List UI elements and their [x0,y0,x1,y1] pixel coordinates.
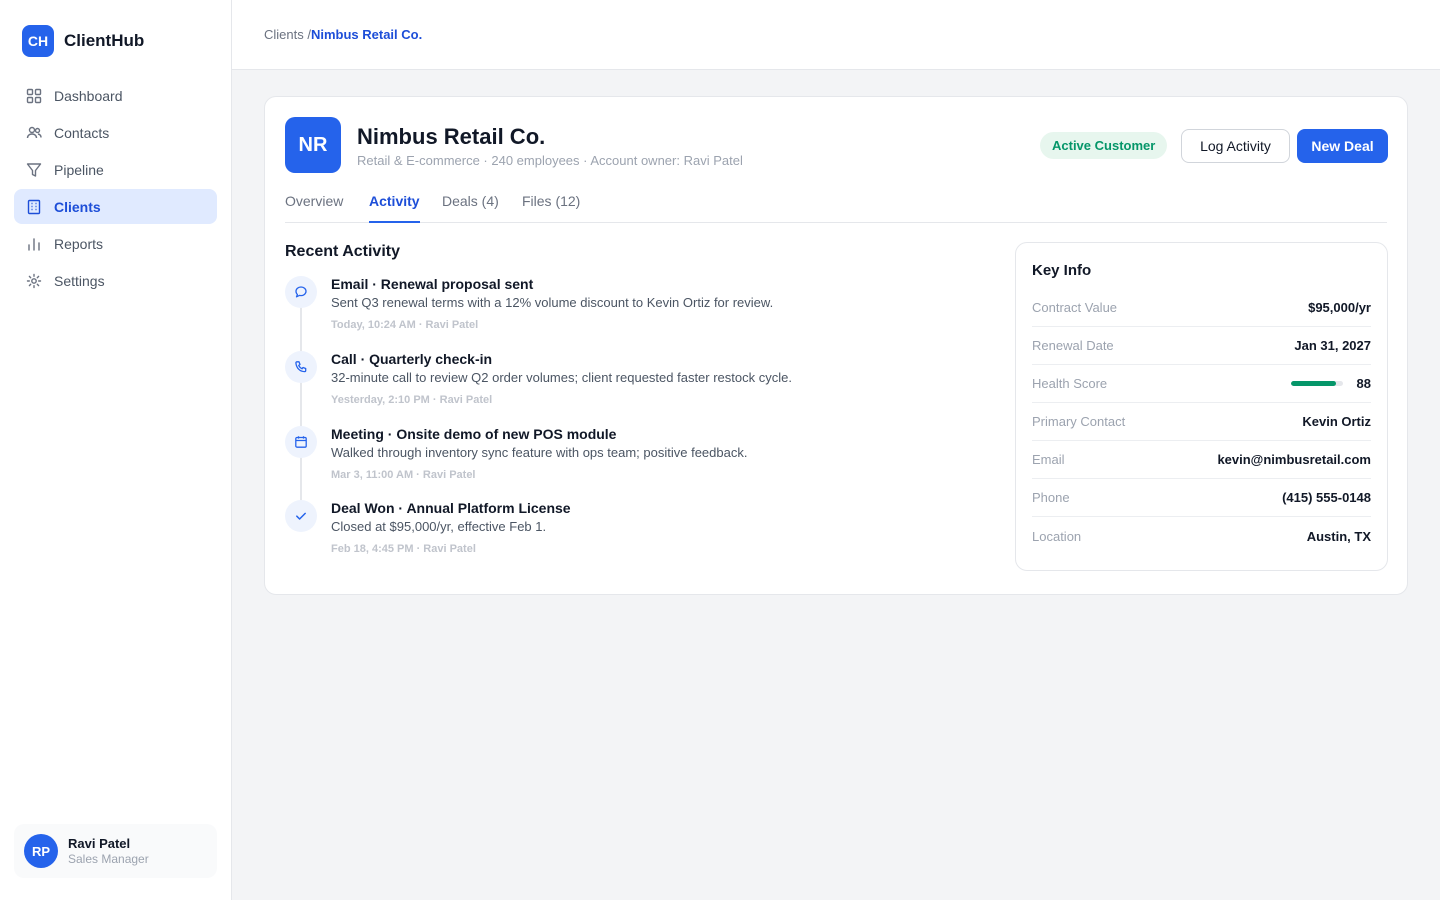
topbar: Clients /Nimbus Retail Co. [232,0,1440,70]
health-score-bar [1290,381,1343,386]
activity-title: Meeting · Onsite demo of new POS module [331,426,617,442]
status-badge: Active Customer [1040,132,1168,159]
brand-logo: CH [22,25,54,57]
key-info-label: Primary Contact [1032,414,1126,429]
sidebar-nav: Dashboard Contacts Pipeline Clients Repo… [14,78,217,300]
breadcrumb-current: Nimbus Retail Co. [310,27,423,42]
key-info-value: Jan 31, 2027 [1294,338,1371,353]
bar-chart-icon [28,237,40,251]
user-name: Ravi Patel [68,836,131,851]
log-activity-button[interactable]: Log Activity [1181,129,1290,163]
phone-icon [285,351,317,383]
key-info-value[interactable]: (415) 555-0148 [1282,490,1371,505]
key-info-label: Renewal Date [1032,338,1114,353]
key-info-label: Email [1032,452,1065,467]
page-title: Nimbus Retail Co. [357,124,546,149]
activity-timestamp: Today, 10:24 AM · Ravi Patel [331,319,479,331]
key-info-row-location: Location Austin, TX [1032,517,1371,555]
key-info-value[interactable]: Kevin Ortiz [1302,414,1371,429]
activity-timestamp: Yesterday, 2:10 PM · Ravi Patel [331,394,493,406]
key-info-row-phone: Phone (415) 555-0148 [1032,479,1371,517]
key-info-value[interactable]: kevin@nimbusretail.com [1217,452,1371,467]
sidebar-item-settings[interactable]: Settings [14,263,217,298]
new-deal-button[interactable]: New Deal [1297,129,1388,163]
user-role: Sales Manager [68,852,149,866]
breadcrumb: Clients /Nimbus Retail Co. [264,27,422,42]
user-profile-card[interactable]: RP Ravi Patel Sales Manager [14,824,217,878]
key-info-panel: Key Info Contract Value $95,000/yr Renew… [1015,242,1388,571]
sidebar-item-contacts[interactable]: Contacts [14,115,217,150]
key-info-row-primary-contact: Primary Contact Kevin Ortiz [1032,403,1371,441]
key-info-value: 88 [1356,376,1371,391]
tab-bar: Overview Activity Deals (4) Files (12) [285,189,1387,223]
sidebar: CH ClientHub Dashboard Contacts Pipeline [0,0,232,900]
tab-files[interactable]: Files (12) [522,189,580,223]
client-meta: Retail & E-commerce · 240 employees · Ac… [357,153,743,168]
activity-title: Deal Won · Annual Platform License [331,500,571,516]
grid-icon [26,88,42,103]
activity-title: Call · Quarterly check-in [331,351,493,367]
timeline-line [300,297,302,515]
key-info-label: Phone [1032,490,1070,505]
building-icon [27,199,41,214]
sidebar-item-label: Clients [54,198,101,215]
sidebar-item-clients[interactable]: Clients [14,189,217,224]
key-info-label: Health Score [1032,376,1108,391]
key-info-label: Location [1032,528,1082,544]
key-info-row-health-score: Health Score 88 [1032,365,1371,403]
key-info-row-contract-value: Contract Value $95,000/yr [1032,289,1371,327]
recent-activity-heading: Recent Activity [285,243,400,260]
sidebar-item-label: Pipeline [54,161,104,178]
activity-description: Walked through inventory sync feature wi… [331,445,748,460]
activity-timestamp: Mar 3, 11:00 AM · Ravi Patel [331,469,476,481]
tab-activity[interactable]: Activity [369,189,420,223]
activity-description: Sent Q3 renewal terms with a 12% volume … [331,295,774,310]
key-info-heading: Key Info [1032,262,1092,279]
key-info-value: $95,000/yr [1308,300,1371,315]
sidebar-item-reports[interactable]: Reports [14,226,217,261]
key-info-label: Contract Value [1032,300,1118,315]
brand-name: ClientHub [64,31,145,50]
client-avatar: NR [285,117,341,173]
calendar-icon [285,426,317,458]
sidebar-item-dashboard[interactable]: Dashboard [14,78,217,113]
check-icon [285,500,317,532]
health-score-fill [1290,381,1337,386]
funnel-icon [26,162,42,177]
chat-bubble-icon [285,276,317,308]
sidebar-item-label: Reports [54,235,104,252]
activity-description: 32-minute call to review Q2 order volume… [331,370,792,385]
activity-title: Email · Renewal proposal sent [331,276,534,292]
breadcrumb-parent-link[interactable]: Clients / [264,27,311,42]
key-info-value: Austin, TX [1306,528,1371,544]
key-info-row-email: Email kevin@nimbusretail.com [1032,441,1371,479]
tab-overview[interactable]: Overview [285,189,343,223]
activity-timestamp: Feb 18, 4:45 PM · Ravi Patel [331,543,476,555]
client-card: NR Nimbus Retail Co. Retail & E-commerce… [264,96,1408,595]
avatar: RP [24,834,58,868]
activity-description: Closed at $95,000/yr, effective Feb 1. [331,519,547,534]
key-info-row-renewal-date: Renewal Date Jan 31, 2027 [1032,327,1371,365]
sidebar-item-pipeline[interactable]: Pipeline [14,152,217,187]
users-icon [26,126,42,138]
sidebar-item-label: Contacts [54,124,110,141]
gear-icon [26,273,42,288]
brand[interactable]: CH ClientHub [22,25,144,57]
tab-deals[interactable]: Deals (4) [442,189,499,223]
sidebar-item-label: Dashboard [54,87,123,104]
sidebar-item-label: Settings [54,272,105,289]
